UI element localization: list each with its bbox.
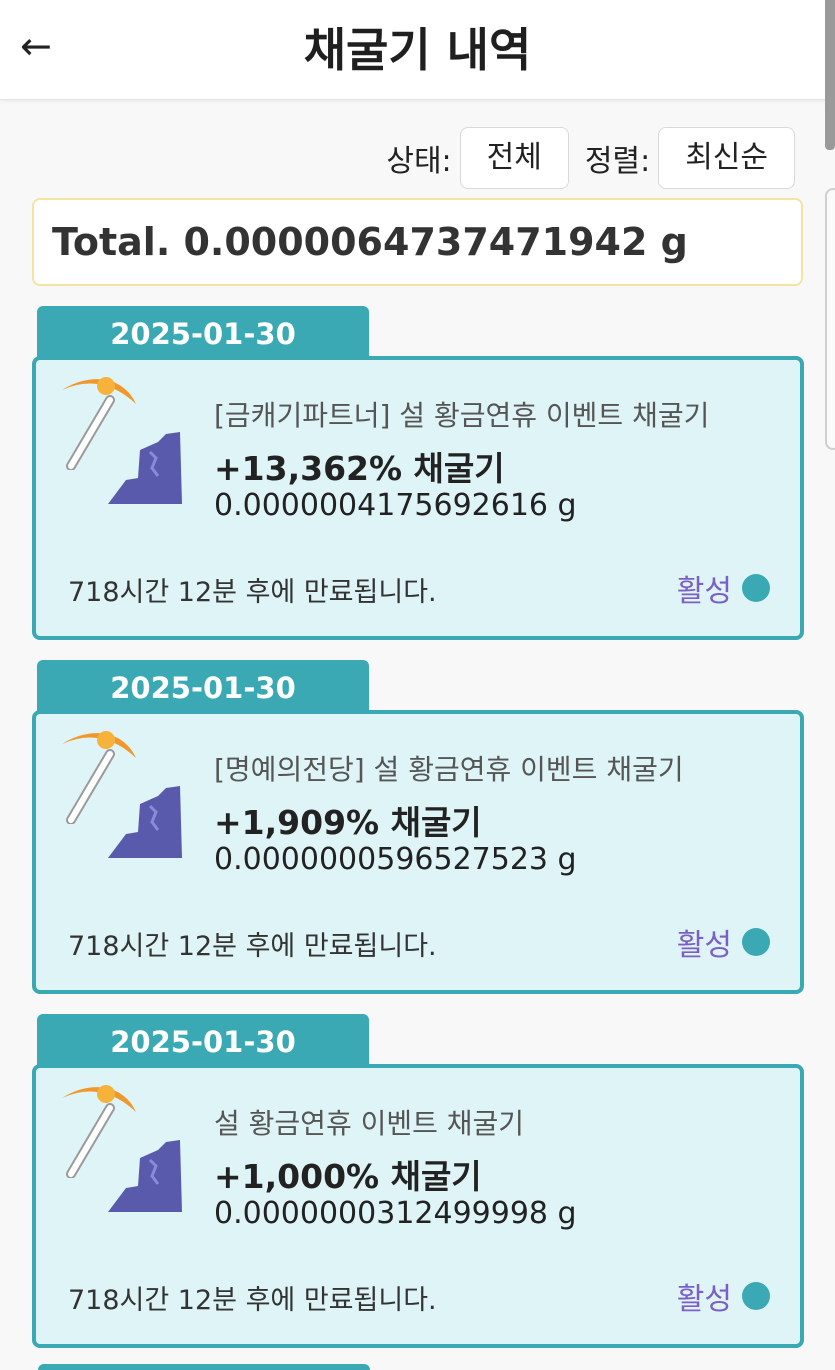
status-dot-icon <box>742 574 770 602</box>
filter-bar: 상태: 전체 정렬: 최신순 <box>386 126 795 190</box>
card-body[interactable]: 설 황금연휴 이벤트 채굴기 +1,000% 채굴기 0.00000003124… <box>32 1064 804 1348</box>
card-body[interactable]: [명예의전당] 설 황금연휴 이벤트 채굴기 +1,909% 채굴기 0.000… <box>32 710 804 994</box>
miner-amount: 0.0000004175692616 g <box>214 488 577 523</box>
side-panel-edge[interactable] <box>825 188 835 450</box>
miner-rate: +1,000% 채굴기 <box>214 1157 482 1196</box>
card-date: 2025-01-30 10:41:58 <box>37 306 369 407</box>
scrollbar[interactable] <box>825 0 835 150</box>
status-filter-button[interactable]: 전체 <box>459 127 569 189</box>
status-label: 활성 <box>676 574 732 609</box>
status-label: 활성 <box>676 928 732 963</box>
miner-name: [명예의전당] 설 황금연휴 이벤트 채굴기 <box>214 753 684 786</box>
status-dot-icon <box>742 928 770 956</box>
next-card-date-tab <box>38 1364 370 1370</box>
card-date: 2025-01-30 10:41:58 <box>37 660 369 761</box>
miner-rate: +1,909% 채굴기 <box>214 803 482 842</box>
mine-rock-icon <box>108 1140 182 1212</box>
expire-text: 718시간 12분 후에 만료됩니다. <box>68 1285 437 1316</box>
status-badge: 활성 <box>677 566 770 610</box>
page-title: 채굴기 내역 <box>303 23 532 77</box>
card-date: 2025-01-30 10:41:58 <box>37 1014 369 1115</box>
expire-text: 718시간 12분 후에 만료됩니다. <box>68 577 437 608</box>
total-amount: Total. 0.0000064737471942 g <box>32 198 803 286</box>
mine-rock-icon <box>108 432 182 504</box>
miner-amount: 0.0000000312499998 g <box>214 1196 577 1231</box>
status-badge: 활성 <box>677 920 770 964</box>
expire-text: 718시간 12분 후에 만료됩니다. <box>68 931 437 962</box>
miner-rate: +13,362% 채굴기 <box>214 449 505 488</box>
status-dot-icon <box>742 1282 770 1310</box>
miner-amount: 0.0000000596527523 g <box>214 842 577 877</box>
app-header: ← 채굴기 내역 <box>0 0 835 150</box>
miner-name: 설 황금연휴 이벤트 채굴기 <box>214 1107 525 1140</box>
sort-filter-label: 정렬: <box>584 144 651 179</box>
status-label: 활성 <box>676 1282 732 1317</box>
mine-rock-icon <box>108 786 182 858</box>
card-body[interactable]: [금캐기파트너] 설 황금연휴 이벤트 채굴기 +13,362% 채굴기 0.0… <box>32 356 804 640</box>
status-filter-label: 상태: <box>386 144 452 179</box>
miner-name: [금캐기파트너] 설 황금연휴 이벤트 채굴기 <box>214 399 710 432</box>
status-badge: 활성 <box>677 1274 770 1318</box>
sort-filter-button[interactable]: 최신순 <box>658 127 795 189</box>
